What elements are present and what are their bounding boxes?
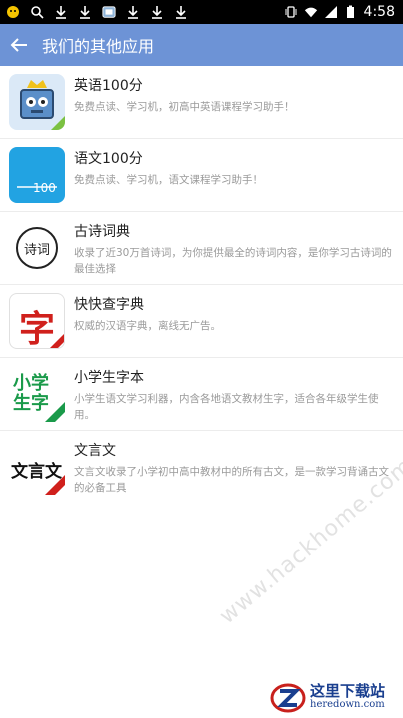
back-button[interactable] — [0, 24, 38, 66]
search-icon — [30, 5, 44, 19]
app-name: 语文100分 — [74, 151, 143, 167]
primary-character-icon: 小学生字 — [9, 366, 65, 422]
logo-name: 这里下载站 — [310, 682, 386, 700]
battery-icon — [344, 5, 358, 19]
download-icon — [150, 5, 164, 19]
system-icons: 4:58 — [284, 4, 403, 20]
screenshot-icon — [102, 5, 116, 19]
robot-crown-icon — [9, 74, 65, 130]
app-description: 免费点读、学习机，语文课程学习助手！ — [74, 174, 263, 186]
list-item-chinese-100[interactable]: 100 语文100分 免费点读、学习机，语文课程学习助手！ — [0, 139, 403, 212]
toolbar: 我们的其他应用 — [0, 24, 403, 66]
list-item-classical-chinese[interactable]: 文言文 文言文 文言文收录了小学初中高中教材中的所有古文，是一款学习背诵古文的必… — [0, 431, 403, 504]
notification-icons — [0, 0, 188, 24]
wifi-icon — [304, 5, 318, 19]
poem-seal-icon: 诗词 — [9, 220, 65, 276]
arrow-left-icon — [10, 38, 27, 52]
app-description: 权威的汉语字典，离线无广告。 — [74, 320, 221, 332]
app-name: 文言文 — [74, 443, 116, 459]
classical-chinese-icon: 文言文 — [9, 439, 65, 495]
app-description: 免费点读、学习机，初高中英语课程学习助手！ — [74, 101, 295, 113]
vibrate-icon — [284, 5, 298, 19]
z-logo-icon — [270, 683, 306, 713]
list-item-quick-dictionary[interactable]: 字 快快查字典 权威的汉语字典，离线无广告。 — [0, 285, 403, 358]
list-item-ancient-poems[interactable]: 诗词 古诗词典 收录了近30万首诗词，为你提供最全的诗词内容，是你学习古诗词的最… — [0, 212, 403, 285]
status-bar: 4:58 — [0, 0, 403, 24]
app-name: 古诗词典 — [74, 224, 130, 240]
download-icon — [126, 5, 140, 19]
app-name: 快快查字典 — [74, 297, 144, 313]
icon-text: 诗词 — [24, 243, 51, 258]
app-description: 文言文收录了小学初中高中教材中的所有古文，是一款学习背诵古文的必备工具 — [74, 466, 389, 494]
download-icon — [174, 5, 188, 19]
clock: 4:58 — [363, 4, 395, 20]
app-name: 小学生字本 — [74, 370, 144, 386]
signal-icon — [324, 5, 338, 19]
list-item-english-100[interactable]: 英语100分 免费点读、学习机，初高中英语课程学习助手！ — [0, 66, 403, 139]
watermark-logo: 这里下载站 heredown.com — [270, 682, 385, 714]
download-icon — [78, 5, 92, 19]
blue-100-icon: 100 — [9, 147, 65, 203]
zi-character-icon: 字 — [9, 293, 65, 349]
app-list: 英语100分 免费点读、学习机，初高中英语课程学习助手！ 100 语文100分 … — [0, 66, 403, 504]
icon-text: 100 — [33, 181, 56, 195]
list-item-primary-characters[interactable]: 小学生字 小学生字本 小学生语文学习利器，内含各地语文教材生字，适合各年级学生使… — [0, 358, 403, 431]
app-description: 收录了近30万首诗词，为你提供最全的诗词内容，是你学习古诗词的最佳选择 — [74, 247, 392, 275]
logo-domain: heredown.com — [310, 699, 385, 710]
download-icon — [54, 5, 68, 19]
app-name: 英语100分 — [74, 78, 143, 94]
page-title: 我们的其他应用 — [42, 37, 155, 56]
app-description: 小学生语文学习利器，内含各地语文教材生字，适合各年级学生使用。 — [74, 393, 379, 421]
wechat-icon — [6, 5, 20, 19]
